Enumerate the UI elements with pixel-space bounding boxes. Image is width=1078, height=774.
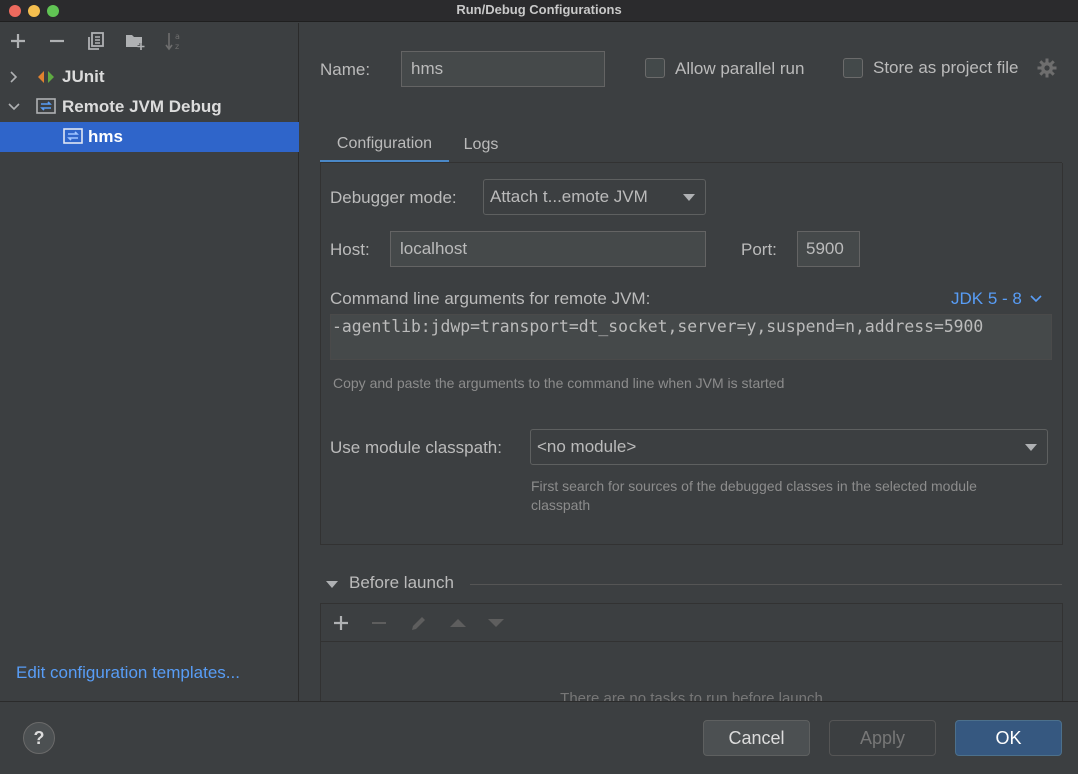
move-down-icon[interactable] — [484, 611, 508, 635]
add-icon[interactable] — [329, 611, 353, 635]
port-label: Port: — [741, 240, 777, 259]
tab-configuration[interactable]: Configuration — [320, 127, 449, 163]
debugger-mode-value: Attach t...emote JVM — [490, 187, 648, 206]
before-launch-toolbar — [321, 604, 1062, 642]
before-launch-panel: There are no tasks to run before launch — [320, 603, 1063, 707]
tree-item-label: Remote JVM Debug — [62, 97, 222, 116]
window-titlebar: Run/Debug Configurations — [0, 0, 1078, 22]
move-up-icon[interactable] — [446, 611, 470, 635]
tree-item-label: hms — [88, 127, 123, 146]
junit-icon — [36, 67, 56, 87]
allow-parallel-run-label[interactable]: Allow parallel run — [675, 59, 804, 79]
ok-label: OK — [995, 727, 1022, 748]
configurations-tree-pane: az JUnit Remote JVM Debug hms Edit confi… — [0, 23, 299, 701]
command-line-hint: Copy and paste the arguments to the comm… — [333, 375, 785, 391]
apply-label: Apply — [859, 727, 906, 748]
command-line-label: Command line arguments for remote JVM: — [330, 289, 651, 308]
host-input[interactable]: localhost — [390, 231, 706, 267]
name-input[interactable]: hms — [401, 51, 605, 87]
module-classpath-label: Use module classpath: — [330, 438, 502, 457]
jdk-version-select[interactable]: JDK 5 - 8 — [951, 289, 1042, 309]
tab-label: Configuration — [336, 134, 433, 152]
name-input-value: hms — [411, 59, 444, 78]
port-input[interactable]: 5900 — [797, 231, 860, 267]
tab-label: Logs — [463, 136, 499, 153]
remote-debug-icon — [63, 127, 83, 147]
port-input-value: 5900 — [806, 239, 844, 258]
ok-button[interactable]: OK — [955, 720, 1062, 756]
host-input-value: localhost — [400, 239, 468, 258]
section-divider — [470, 584, 1062, 585]
host-label: Host: — [330, 240, 370, 259]
cancel-button[interactable]: Cancel — [703, 720, 810, 756]
tab-logs[interactable]: Logs — [449, 127, 513, 163]
help-label: ? — [33, 727, 45, 748]
chevron-down-icon[interactable] — [7, 100, 21, 114]
copy-icon[interactable] — [84, 29, 108, 53]
sort-alphabetically-icon[interactable]: az — [162, 29, 186, 53]
module-classpath-hint: First search for sources of the debugged… — [531, 478, 977, 513]
allow-parallel-run-checkbox[interactable] — [645, 58, 665, 78]
name-label: Name: — [320, 60, 371, 79]
cancel-label: Cancel — [728, 727, 785, 748]
remove-icon[interactable] — [367, 611, 391, 635]
svg-text:z: z — [175, 42, 179, 51]
edit-configuration-templates-link[interactable]: Edit configuration templates... — [16, 663, 240, 683]
window-title: Run/Debug Configurations — [456, 2, 622, 17]
store-as-project-file-label[interactable]: Store as project file — [873, 58, 1019, 78]
dialog-footer: ? Cancel Apply OK — [0, 701, 1078, 774]
edit-pencil-icon[interactable] — [407, 611, 431, 635]
apply-button[interactable]: Apply — [829, 720, 936, 756]
svg-text:a: a — [175, 32, 180, 41]
help-button[interactable]: ? — [23, 722, 55, 754]
debugger-mode-label: Debugger mode: — [330, 188, 457, 207]
command-line-arguments-field[interactable]: -agentlib:jdwp=transport=dt_socket,serve… — [330, 314, 1052, 360]
new-folder-icon[interactable] — [123, 29, 147, 53]
tree-item-label: JUnit — [62, 67, 105, 86]
store-as-project-file-checkbox[interactable] — [843, 58, 863, 78]
module-classpath-value: <no module> — [537, 437, 637, 456]
dropdown-arrow-icon — [683, 194, 695, 201]
dropdown-arrow-icon — [1025, 444, 1037, 451]
jdk-version-value: JDK 5 - 8 — [951, 289, 1022, 308]
configuration-details-pane: Name: hms Allow parallel run Store as pr… — [300, 23, 1078, 707]
gear-icon[interactable] — [1036, 57, 1058, 79]
add-icon[interactable] — [6, 29, 30, 53]
module-classpath-select[interactable]: <no module> — [530, 429, 1048, 465]
tree-item-hms[interactable]: hms — [0, 122, 299, 152]
tree-item-junit[interactable]: JUnit — [0, 62, 299, 92]
debugger-mode-select[interactable]: Attach t...emote JVM — [483, 179, 706, 215]
tree-toolbar: az — [0, 23, 299, 59]
remote-debug-icon — [36, 97, 56, 117]
tree-item-remote-jvm-debug[interactable]: Remote JVM Debug — [0, 92, 299, 122]
chevron-down-icon — [1030, 295, 1042, 303]
remove-icon[interactable] — [45, 29, 69, 53]
collapse-triangle-icon[interactable] — [326, 581, 338, 588]
chevron-right-icon[interactable] — [7, 70, 21, 84]
before-launch-title[interactable]: Before launch — [349, 573, 454, 593]
